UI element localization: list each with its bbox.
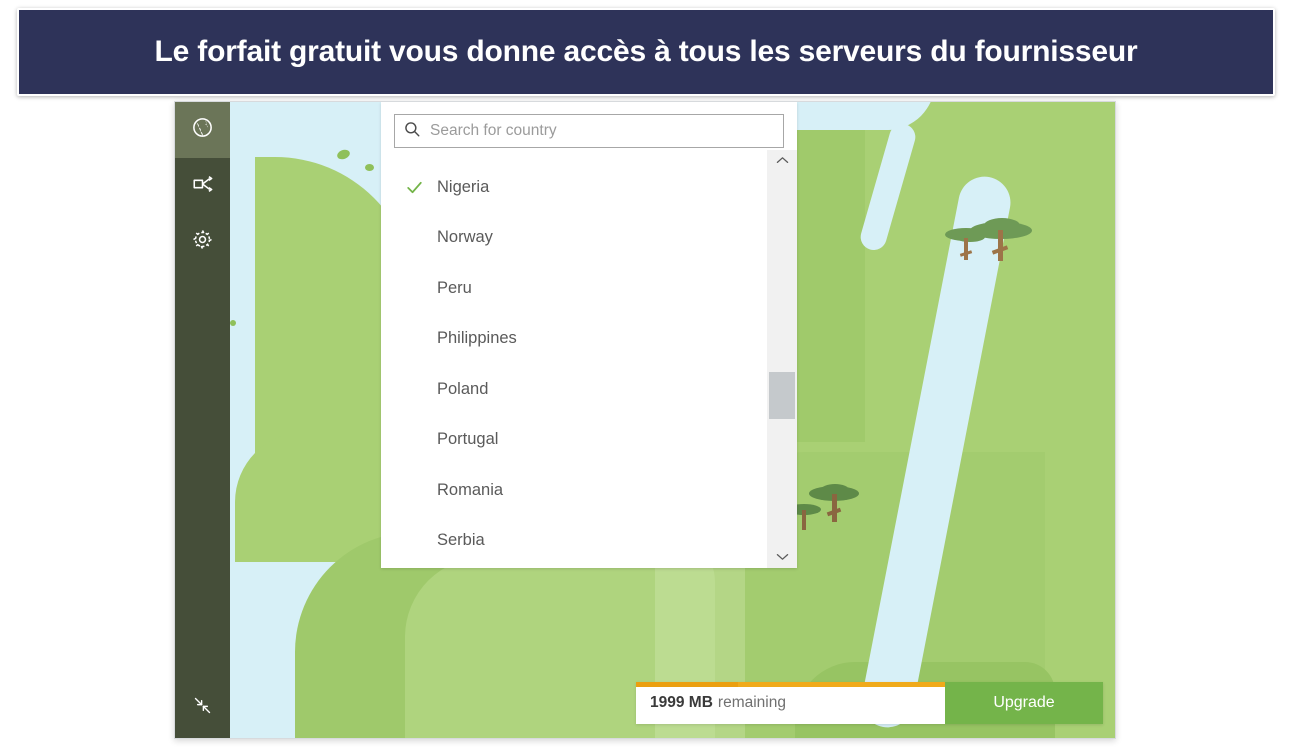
data-quota-bar: 1999 MB remaining Upgrade	[636, 682, 1103, 724]
country-list-item[interactable]: Philippines	[381, 314, 767, 365]
scroll-up-button[interactable]	[767, 150, 797, 172]
sidebar-item-share[interactable]	[175, 158, 230, 214]
globe-icon	[191, 116, 214, 144]
sidebar-item-locations[interactable]	[175, 102, 230, 158]
quota-progress-fill	[636, 682, 738, 687]
map-land-west	[405, 557, 655, 738]
map-island	[335, 148, 352, 161]
upgrade-button[interactable]: Upgrade	[945, 682, 1103, 724]
collapse-window-button[interactable]	[175, 684, 230, 732]
country-list-item[interactable]: Serbia	[381, 516, 767, 567]
chevron-up-icon	[776, 152, 789, 170]
country-name: Peru	[437, 278, 472, 297]
vpn-app-window: Nigeria Norway Peru Philippines Poland P	[174, 101, 1116, 739]
acacia-tree-icon	[970, 218, 1040, 264]
search-input[interactable]	[421, 114, 775, 148]
country-list-item[interactable]: Romania	[381, 465, 767, 516]
search-icon	[403, 120, 421, 143]
map-island	[230, 320, 236, 326]
country-list[interactable]: Nigeria Norway Peru Philippines Poland P	[381, 162, 767, 568]
promo-banner: Le forfait gratuit vous donne accès à to…	[17, 8, 1275, 96]
map-island	[365, 164, 374, 171]
collapse-icon	[192, 695, 213, 721]
scroll-down-button[interactable]	[767, 546, 797, 568]
promo-banner-text: Le forfait gratuit vous donne accès à to…	[154, 34, 1138, 68]
search-container	[381, 102, 797, 148]
country-name: Nigeria	[437, 177, 490, 196]
sidebar	[175, 102, 230, 738]
country-name: Poland	[437, 379, 489, 398]
share-nodes-icon	[191, 173, 214, 200]
country-name: Serbia	[437, 531, 485, 550]
sidebar-item-settings[interactable]	[175, 214, 230, 270]
country-list-item[interactable]: Portugal	[381, 415, 767, 466]
selected-check-icon	[405, 178, 437, 197]
gear-icon	[191, 228, 214, 256]
chevron-down-icon	[776, 548, 789, 566]
country-list-item[interactable]: Nigeria	[381, 162, 767, 213]
country-name: Norway	[437, 228, 493, 247]
quota-amount: 1999 MB	[650, 694, 713, 711]
country-name: Portugal	[437, 430, 499, 449]
country-list-scrollbar[interactable]	[767, 150, 797, 568]
country-name: Romania	[437, 480, 504, 499]
country-dropdown-panel: Nigeria Norway Peru Philippines Poland P	[381, 102, 797, 568]
scrollbar-thumb[interactable]	[769, 372, 795, 419]
country-list-item[interactable]: Poland	[381, 364, 767, 415]
quota-label: remaining	[717, 694, 786, 711]
country-list-item[interactable]: Peru	[381, 263, 767, 314]
quota-display: 1999 MB remaining	[636, 682, 945, 724]
country-list-item[interactable]: Norway	[381, 213, 767, 264]
country-name: Philippines	[437, 329, 517, 348]
search-box[interactable]	[394, 114, 784, 148]
